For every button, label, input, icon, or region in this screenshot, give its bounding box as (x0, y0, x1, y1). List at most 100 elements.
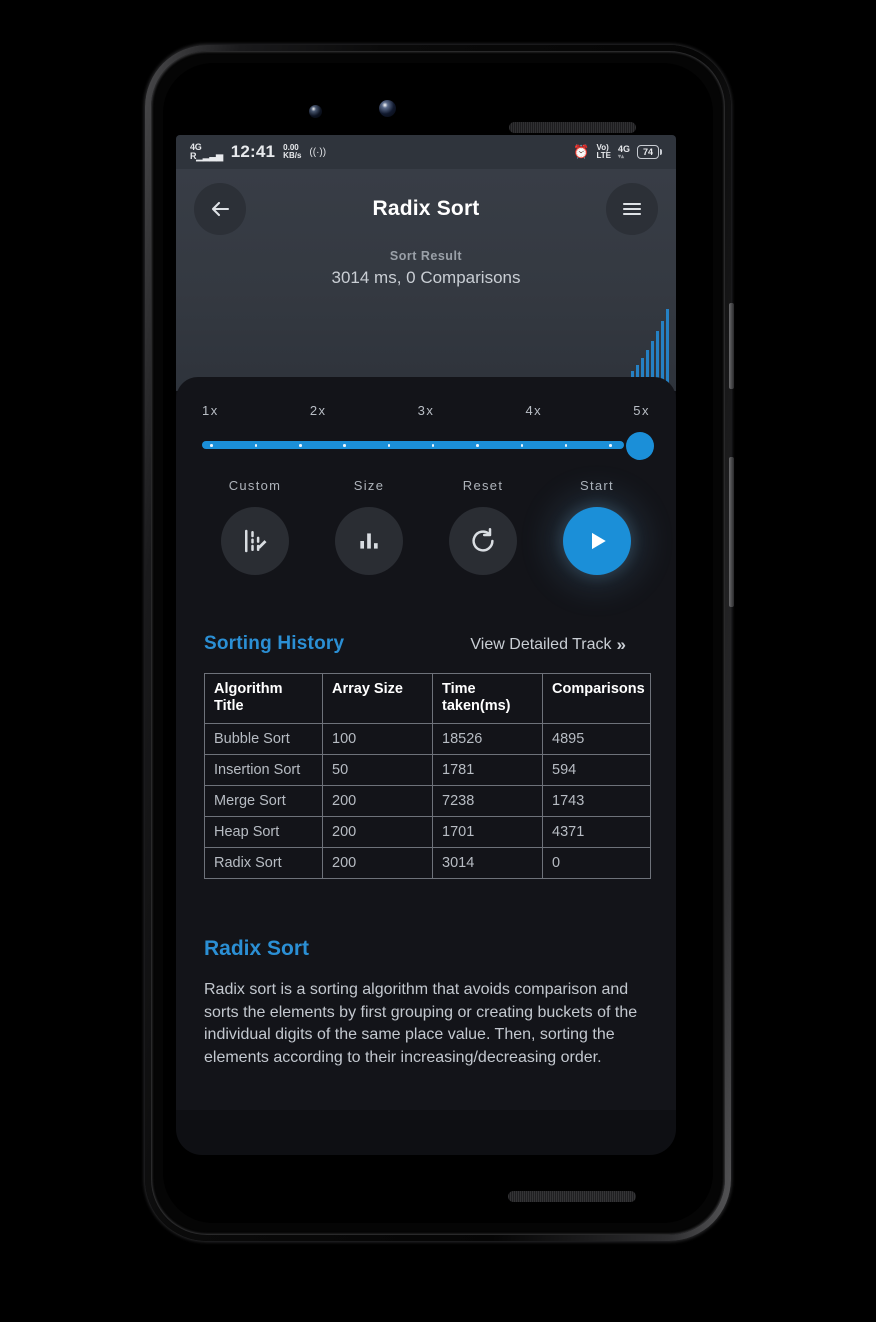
status-time: 12:41 (230, 142, 276, 161)
table-cell-3: 4895 (542, 722, 651, 755)
algorithm-description: Radix sort is a sorting algorithm that a… (204, 980, 638, 1066)
table-cell-2: 3014 (432, 846, 543, 879)
view-detailed-track-label: View Detailed Track (470, 636, 612, 653)
custom-edit-icon (245, 529, 267, 553)
menu-button[interactable] (606, 183, 658, 235)
back-arrow-icon (211, 201, 230, 217)
viz-bar (666, 309, 669, 391)
speed-tick-4: 4x (525, 403, 543, 418)
view-detailed-track-link[interactable]: View Detailed Track » (470, 635, 626, 655)
table-cell-2: 7238 (432, 784, 543, 817)
table-cell-2: 1701 (432, 815, 543, 848)
slider-thumb[interactable] (626, 432, 654, 460)
slider-tick-dot (431, 444, 435, 447)
slider-track[interactable] (202, 441, 624, 449)
custom-button[interactable] (221, 507, 289, 575)
table-row: Radix Sort 200 3014 0 (204, 846, 651, 879)
custom-button-wrap (198, 507, 312, 575)
slider-tick-dot (254, 444, 258, 447)
table-column-header-3: Comparisons (542, 673, 651, 724)
phone-screen: 4G R▁▂▃▅ 12:41 0.00 KB/s ((·)) ⏰ Vo) LTE… (176, 135, 676, 1155)
table-cell-3: 0 (542, 846, 651, 879)
net-speed-unit: KB/s (283, 151, 302, 160)
control-button-labels: Custom Size Reset Start (198, 478, 654, 493)
app-header: Radix Sort Sort Result 3014 ms, 0 Compar… (176, 169, 676, 391)
data-arrows-icon: ▾▴ (617, 153, 624, 160)
start-button[interactable] (563, 507, 631, 575)
table-cell-1: 200 (322, 784, 433, 817)
table-column-header-2: Time taken(ms) (432, 673, 543, 724)
control-label-custom: Custom (228, 478, 282, 493)
front-camera-icon (379, 100, 396, 117)
network-speed-indicator: 0.00 KB/s (283, 143, 302, 161)
table-cell-2: 18526 (432, 722, 543, 755)
table-row: Merge Sort 200 7238 1743 (204, 784, 651, 817)
volte-bottom-label: LTE (596, 151, 611, 160)
table-header-row: Algorithm Title Array Size Time taken(ms) C… (204, 673, 651, 724)
slider-tick-dot (299, 444, 302, 447)
volte-icon: Vo) LTE (596, 144, 611, 160)
table-cell-1: 50 (322, 753, 433, 786)
status-bar-right: ⏰ Vo) LTE 4G ▾▴ 74 (573, 144, 662, 160)
table-head: Algorithm Title Array Size Time taken(ms) C… (204, 673, 651, 724)
signal-bars-label: R▁▂▃▅ (190, 151, 223, 161)
page-title: Radix Sort (372, 197, 480, 220)
play-icon (592, 532, 606, 550)
speed-tick-3: 3x (417, 403, 435, 418)
table-column-header-1: Array Size (322, 673, 433, 724)
signal-strength-icon: 4G R▁▂▃▅ (190, 143, 223, 161)
table-row: Heap Sort 200 1701 4371 (204, 815, 651, 848)
start-button-wrap (540, 507, 654, 575)
control-label-reset: Reset (462, 478, 504, 493)
control-label-start: Start (580, 478, 614, 493)
table-cell-0: Merge Sort (204, 784, 323, 817)
table-cell-0: Heap Sort (204, 815, 323, 848)
power-button[interactable] (729, 303, 734, 389)
volume-button[interactable] (729, 457, 734, 607)
speed-tick-5: 5x (633, 403, 650, 418)
table-column-header-0: Algorithm Title (204, 673, 323, 724)
table-cell-0: Insertion Sort (204, 753, 323, 786)
table-cell-0: Radix Sort (204, 846, 323, 879)
table-cell-1: 100 (322, 722, 433, 755)
earpiece-speaker (509, 122, 636, 133)
hotspot-icon: ((·)) (309, 146, 327, 158)
slider-tick-dot (387, 444, 391, 447)
back-button[interactable] (194, 183, 246, 235)
network-4g-icon: 4G ▾▴ (617, 143, 630, 160)
table-cell-1: 200 (322, 846, 433, 879)
table-cell-1: 200 (322, 815, 433, 848)
reset-button-wrap (426, 507, 540, 575)
speed-tick-1: 1x (202, 403, 219, 418)
hamburger-menu-icon (622, 202, 642, 216)
slider-tick-dot (476, 444, 479, 447)
table-cell-3: 594 (542, 753, 651, 786)
battery-icon: 74 (636, 145, 662, 159)
slider-tick-dot (520, 444, 524, 447)
sorting-history-table: Algorithm Title Array Size Time taken(ms) C… (204, 673, 651, 879)
bar-chart-icon (360, 533, 378, 549)
table-row: Insertion Sort 50 1781 594 (204, 753, 651, 786)
alarm-clock-icon: ⏰ (573, 144, 590, 159)
slider-tick-dot (210, 444, 213, 447)
table-cell-0: Bubble Sort (204, 722, 323, 755)
status-bar: 4G R▁▂▃▅ 12:41 0.00 KB/s ((·)) ⏰ Vo) LTE… (176, 135, 676, 169)
speed-slider[interactable] (198, 432, 654, 460)
battery-level-label: 74 (636, 145, 659, 159)
header-top-row: Radix Sort (176, 183, 676, 235)
table-cell-3: 4371 (542, 815, 651, 848)
sort-result-value: 3014 ms, 0 Comparisons (331, 268, 521, 287)
slider-tick-dot (343, 444, 346, 447)
refresh-icon (472, 528, 494, 552)
reset-button[interactable] (449, 507, 517, 575)
network-4g-label: 4G (617, 143, 630, 154)
battery-nub (660, 149, 662, 155)
algorithm-title: Radix Sort (204, 936, 310, 960)
sorting-history-header: Sorting History View Detailed Track » (204, 633, 648, 655)
table-row: Bubble Sort 100 18526 4895 (204, 722, 651, 755)
control-panel: 1x 2x 3x 4x 5x Custom Size Reset Start (176, 377, 676, 581)
slider-tick-dot (564, 444, 568, 447)
size-button[interactable] (335, 507, 403, 575)
table-cell-3: 1743 (542, 784, 651, 817)
bottom-speaker-grille (508, 1191, 636, 1202)
